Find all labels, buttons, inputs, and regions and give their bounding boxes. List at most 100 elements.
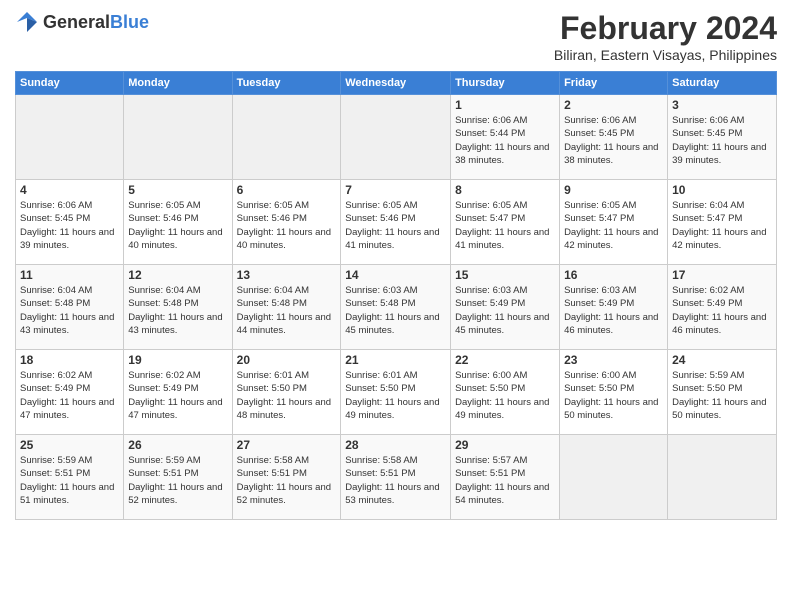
day-info: Sunrise: 6:04 AMSunset: 5:48 PMDaylight:… (20, 284, 119, 337)
calendar-cell-w1-d5: 1 Sunrise: 6:06 AMSunset: 5:44 PMDaylight… (451, 95, 560, 180)
month-title: February 2024 (554, 10, 777, 47)
calendar-cell-w2-d4: 7 Sunrise: 6:05 AMSunset: 5:46 PMDaylight… (341, 180, 451, 265)
week-row-2: 4 Sunrise: 6:06 AMSunset: 5:45 PMDaylight… (16, 180, 777, 265)
calendar-header-row: Sunday Monday Tuesday Wednesday Thursday… (16, 72, 777, 95)
day-info: Sunrise: 6:06 AMSunset: 5:45 PMDaylight:… (672, 114, 772, 167)
day-info: Sunrise: 6:00 AMSunset: 5:50 PMDaylight:… (564, 369, 663, 422)
day-number: 21 (345, 353, 446, 367)
calendar-cell-w5-d7 (668, 435, 777, 520)
day-number: 2 (564, 98, 663, 112)
day-number: 18 (20, 353, 119, 367)
day-number: 1 (455, 98, 555, 112)
day-number: 20 (237, 353, 337, 367)
calendar-cell-w4-d1: 18Sunrise: 6:02 AMSunset: 5:49 PMDayligh… (16, 350, 124, 435)
day-number: 5 (128, 183, 227, 197)
header-sunday: Sunday (16, 72, 124, 95)
week-row-4: 18 Sunrise: 6:02 AMSunset: 5:49 PMDayligh… (16, 350, 777, 435)
day-info: Sunrise: 5:57 AMSunset: 5:51 PMDaylight:… (455, 454, 555, 507)
day-number: 17 (672, 268, 772, 282)
day-number: 26 (128, 438, 227, 452)
day-info: Sunrise: 5:59 AMSunset: 5:51 PMDaylight:… (20, 454, 119, 507)
calendar-cell-w3-d5: 15 Sunrise: 6:03 AMSunset: 5:49 PMDayligh… (451, 265, 560, 350)
day-info: Sunrise: 5:58 AMSunset: 5:51 PMDaylight:… (237, 454, 337, 507)
calendar-cell-w4-d3: 20 Sunrise: 6:01 AMSunset: 5:50 PMDayligh… (232, 350, 341, 435)
header-friday: Friday (560, 72, 668, 95)
day-number: 22 (455, 353, 555, 367)
day-number: 23 (564, 353, 663, 367)
day-info: Sunrise: 6:03 AMSunset: 5:49 PMDaylight:… (455, 284, 555, 337)
day-info: Sunrise: 6:02 AMSunset: 5:49 PMDaylight:… (672, 284, 772, 337)
day-info: Sunrise: 6:05 AMSunset: 5:46 PMDaylight:… (345, 199, 446, 252)
calendar-cell-w4-d4: 21 Sunrise: 6:01 AMSunset: 5:50 PMDayligh… (341, 350, 451, 435)
header-tuesday: Tuesday (232, 72, 341, 95)
day-info: Sunrise: 6:01 AMSunset: 5:50 PMDaylight:… (345, 369, 446, 422)
calendar-cell-w2-d1: 4 Sunrise: 6:06 AMSunset: 5:45 PMDaylight… (16, 180, 124, 265)
day-number: 7 (345, 183, 446, 197)
day-info: Sunrise: 6:05 AMSunset: 5:47 PMDaylight:… (455, 199, 555, 252)
day-number: 15 (455, 268, 555, 282)
calendar-cell-w5-d5: 29 Sunrise: 5:57 AMSunset: 5:51 PMDayligh… (451, 435, 560, 520)
day-info: Sunrise: 6:06 AMSunset: 5:44 PMDaylight:… (455, 114, 555, 167)
day-info: Sunrise: 6:05 AMSunset: 5:46 PMDaylight:… (128, 199, 227, 252)
day-number: 14 (345, 268, 446, 282)
day-info: Sunrise: 6:03 AMSunset: 5:48 PMDaylight:… (345, 284, 446, 337)
calendar-cell-w5-d6 (560, 435, 668, 520)
day-number: 29 (455, 438, 555, 452)
day-number: 9 (564, 183, 663, 197)
logo-text: GeneralBlue (43, 12, 149, 33)
day-info: Sunrise: 6:06 AMSunset: 5:45 PMDaylight:… (20, 199, 119, 252)
day-number: 24 (672, 353, 772, 367)
location-title: Biliran, Eastern Visayas, Philippines (554, 47, 777, 63)
header-monday: Monday (124, 72, 232, 95)
day-info: Sunrise: 6:05 AMSunset: 5:47 PMDaylight:… (564, 199, 663, 252)
calendar-cell-w2-d3: 6 Sunrise: 6:05 AMSunset: 5:46 PMDaylight… (232, 180, 341, 265)
calendar-cell-w5-d4: 28 Sunrise: 5:58 AMSunset: 5:51 PMDayligh… (341, 435, 451, 520)
day-number: 11 (20, 268, 119, 282)
calendar-cell-w3-d3: 13 Sunrise: 6:04 AMSunset: 5:48 PMDayligh… (232, 265, 341, 350)
day-number: 3 (672, 98, 772, 112)
day-number: 10 (672, 183, 772, 197)
week-row-1: 1 Sunrise: 6:06 AMSunset: 5:44 PMDaylight… (16, 95, 777, 180)
day-number: 16 (564, 268, 663, 282)
day-info: Sunrise: 6:04 AMSunset: 5:48 PMDaylight:… (237, 284, 337, 337)
day-number: 13 (237, 268, 337, 282)
calendar-cell-w3-d1: 11 Sunrise: 6:04 AMSunset: 5:48 PMDayligh… (16, 265, 124, 350)
day-info: Sunrise: 5:58 AMSunset: 5:51 PMDaylight:… (345, 454, 446, 507)
week-row-3: 11 Sunrise: 6:04 AMSunset: 5:48 PMDayligh… (16, 265, 777, 350)
day-number: 12 (128, 268, 227, 282)
calendar-cell-w1-d1 (16, 95, 124, 180)
calendar-cell-w4-d6: 23 Sunrise: 6:00 AMSunset: 5:50 PMDayligh… (560, 350, 668, 435)
calendar-cell-w2-d5: 8 Sunrise: 6:05 AMSunset: 5:47 PMDaylight… (451, 180, 560, 265)
calendar-cell-w2-d2: 5 Sunrise: 6:05 AMSunset: 5:46 PMDaylight… (124, 180, 232, 265)
day-info: Sunrise: 6:04 AMSunset: 5:47 PMDaylight:… (672, 199, 772, 252)
day-info: Sunrise: 6:02 AMSunset: 5:49 PMDaylight:… (128, 369, 227, 422)
title-section: February 2024 Biliran, Eastern Visayas, … (554, 10, 777, 63)
day-number: 4 (20, 183, 119, 197)
day-number: 27 (237, 438, 337, 452)
calendar-cell-w5-d3: 27 Sunrise: 5:58 AMSunset: 5:51 PMDayligh… (232, 435, 341, 520)
day-info: Sunrise: 6:05 AMSunset: 5:46 PMDaylight:… (237, 199, 337, 252)
day-number: 8 (455, 183, 555, 197)
calendar-cell-w1-d7: 3 Sunrise: 6:06 AMSunset: 5:45 PMDaylight… (668, 95, 777, 180)
logo-general: General (43, 12, 110, 32)
calendar-cell-w4-d5: 22 Sunrise: 6:00 AMSunset: 5:50 PMDayligh… (451, 350, 560, 435)
calendar-cell-w2-d6: 9 Sunrise: 6:05 AMSunset: 5:47 PMDaylight… (560, 180, 668, 265)
calendar-cell-w1-d6: 2Sunrise: 6:06 AMSunset: 5:45 PMDaylight… (560, 95, 668, 180)
calendar-cell-w1-d4 (341, 95, 451, 180)
logo-icon (15, 10, 39, 34)
calendar-cell-w2-d7: 10 Sunrise: 6:04 AMSunset: 5:47 PMDayligh… (668, 180, 777, 265)
day-info: Sunrise: 5:59 AMSunset: 5:51 PMDaylight:… (128, 454, 227, 507)
day-number: 6 (237, 183, 337, 197)
logo: GeneralBlue (15, 10, 149, 34)
day-number: 28 (345, 438, 446, 452)
day-info: Sunrise: 6:01 AMSunset: 5:50 PMDaylight:… (237, 369, 337, 422)
calendar-table: Sunday Monday Tuesday Wednesday Thursday… (15, 71, 777, 520)
day-number: 25 (20, 438, 119, 452)
day-info: Sunrise: 6:03 AMSunset: 5:49 PMDaylight:… (564, 284, 663, 337)
header-wednesday: Wednesday (341, 72, 451, 95)
day-info: Sunrise: 6:00 AMSunset: 5:50 PMDaylight:… (455, 369, 555, 422)
calendar-cell-w5-d1: 25 Sunrise: 5:59 AMSunset: 5:51 PMDayligh… (16, 435, 124, 520)
calendar-cell-w5-d2: 26 Sunrise: 5:59 AMSunset: 5:51 PMDayligh… (124, 435, 232, 520)
day-info: Sunrise: 5:59 AMSunset: 5:50 PMDaylight:… (672, 369, 772, 422)
day-number: 19 (128, 353, 227, 367)
